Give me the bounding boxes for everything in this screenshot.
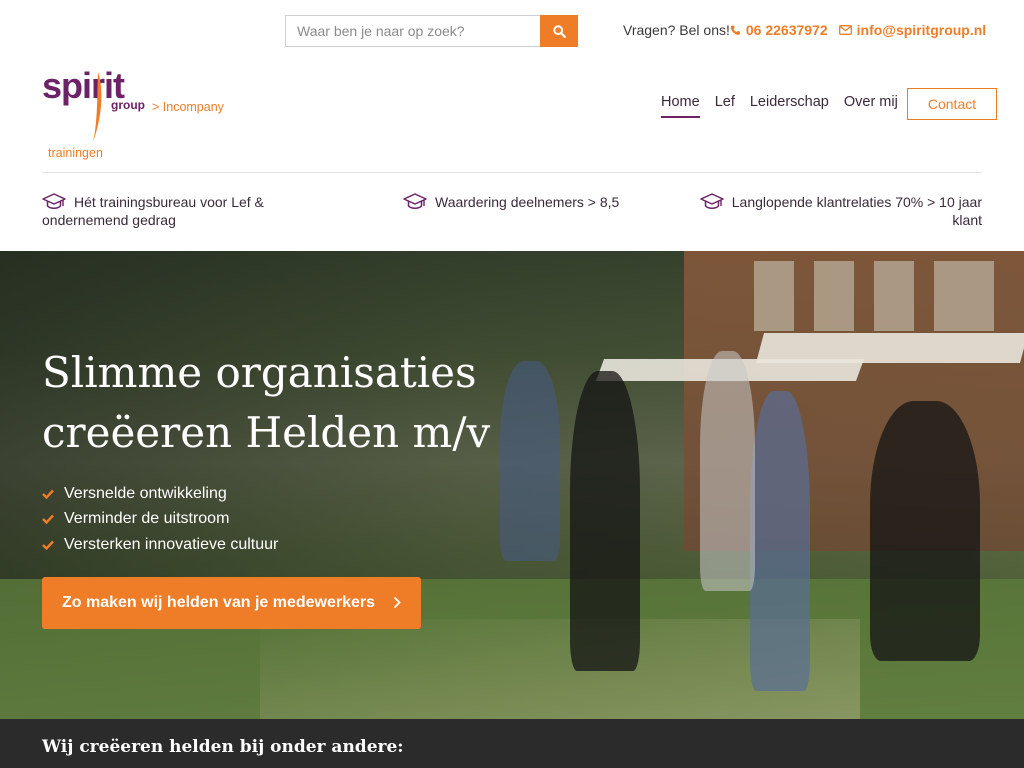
list-item: Verminder de uitstroom xyxy=(42,507,278,533)
hero-title-line: Slimme organisaties xyxy=(42,348,477,397)
hero-banner: Slimme organisaties creëeren Helden m/v … xyxy=(0,251,1024,719)
header-divider xyxy=(42,172,982,173)
hero-photo-person xyxy=(700,351,755,591)
usp-text: Waardering deelnemers > 8,5 xyxy=(435,194,620,210)
usp-item: Waardering deelnemers > 8,5 xyxy=(403,193,643,211)
list-item-text: Verminder de uitstroom xyxy=(64,510,230,528)
cta-label: Zo maken wij helden van je medewerkers xyxy=(62,594,376,611)
list-item: Versnelde ontwikkeling xyxy=(42,481,278,507)
clients-section: Wij creëeren helden bij onder andere: xyxy=(0,719,1024,768)
logo-tagline: trainingen xyxy=(48,146,103,160)
usp-text: Hét trainingsbureau voor Lef & onderneme… xyxy=(42,194,264,228)
clients-heading: Wij creëeren helden bij onder andere: xyxy=(42,737,404,757)
hero-photo-window xyxy=(754,261,794,331)
checkmark-icon xyxy=(42,540,54,550)
hero-photo-person xyxy=(870,401,980,661)
hero-title: Slimme organisaties creëeren Helden m/v xyxy=(42,343,602,463)
cta-button[interactable]: Zo maken wij helden van je medewerkers xyxy=(42,577,421,629)
graduation-cap-icon xyxy=(700,193,724,209)
list-item-text: Versnelde ontwikkeling xyxy=(64,484,227,502)
nav-item-home[interactable]: Home xyxy=(661,94,700,118)
site-logo[interactable]: spirit group trainingen xyxy=(42,66,152,166)
phone-icon xyxy=(730,25,740,35)
list-item-text: Versterken innovatieve cultuur xyxy=(64,535,279,553)
usp-item: Hét trainingsbureau voor Lef & onderneme… xyxy=(42,193,292,229)
logo-swoosh-icon xyxy=(93,72,102,142)
email-address: info@spiritgroup.nl xyxy=(856,22,987,38)
search-icon xyxy=(552,24,566,38)
hero-photo-window xyxy=(814,261,854,331)
checkmark-icon xyxy=(42,514,54,525)
graduation-cap-icon xyxy=(42,193,66,209)
main-nav: Home Lef Leiderschap Over mij xyxy=(661,94,913,118)
search-input[interactable] xyxy=(285,15,540,47)
contact-button[interactable]: Contact xyxy=(907,88,997,120)
hero-title-line: creëeren Helden m/v xyxy=(42,408,491,457)
hero-photo-window xyxy=(874,261,914,331)
hero-photo-person xyxy=(750,391,810,691)
search-bar xyxy=(285,15,578,47)
graduation-cap-icon xyxy=(403,193,427,209)
hero-benefits-list: Versnelde ontwikkeling Verminder de uits… xyxy=(42,481,278,558)
contact-question: Vragen? Bel ons! xyxy=(623,22,730,38)
contact-info: Vragen? Bel ons! 06 22637972 info@spirit… xyxy=(623,20,986,40)
nav-item-over-mij[interactable]: Over mij xyxy=(844,94,898,118)
usp-text: Langlopende klantrelaties 70% > 10 jaar … xyxy=(731,194,982,228)
nav-item-lef[interactable]: Lef xyxy=(715,94,735,118)
email-link[interactable]: info@spiritgroup.nl xyxy=(838,22,987,38)
list-item: Versterken innovatieve cultuur xyxy=(42,532,278,558)
search-button[interactable] xyxy=(540,15,578,47)
checkmark-icon xyxy=(42,489,54,499)
hero-photo-umbrella xyxy=(755,333,1024,363)
logo-group-text: group xyxy=(111,98,145,112)
envelope-icon xyxy=(838,25,852,35)
incompany-link[interactable]: > Incompany xyxy=(152,100,224,114)
phone-number: 06 22637972 xyxy=(745,22,828,38)
chevron-right-icon xyxy=(393,596,401,609)
nav-item-leiderschap[interactable]: Leiderschap xyxy=(750,94,829,118)
hero-photo-window xyxy=(934,261,994,331)
usp-item: Langlopende klantrelaties 70% > 10 jaar … xyxy=(694,193,982,229)
phone-link[interactable]: 06 22637972 xyxy=(730,22,828,38)
